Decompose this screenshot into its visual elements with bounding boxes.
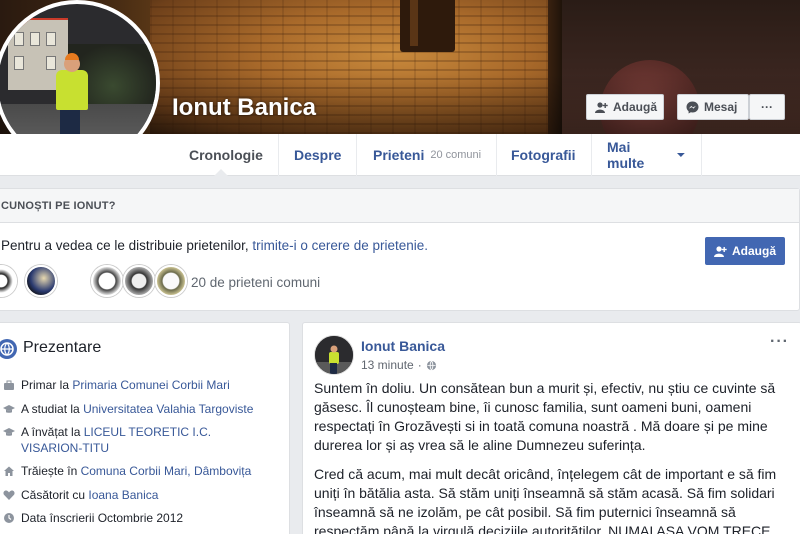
add-friend-label: Adaugă	[731, 244, 776, 258]
post-paragraph: Suntem în doliu. Un consătean bun a muri…	[314, 380, 776, 453]
tab-label: Fotografii	[511, 147, 576, 163]
mutual-friend-avatar[interactable]	[123, 265, 155, 297]
mutual-friends-link[interactable]: 20 de prieteni comuni	[191, 275, 320, 290]
post-options-button[interactable]: ···	[770, 333, 789, 351]
card-text: Pentru a vedea ce le distribuie prieteni…	[1, 238, 428, 253]
intro-prefix: Data înscrierii Octombrie 2012	[21, 511, 184, 525]
post-timestamp[interactable]: 13 minute ·	[361, 358, 437, 372]
intro-relationship: Căsătorit cu Ioana Banica	[3, 487, 273, 503]
tab-label: Despre	[294, 147, 342, 163]
chevron-down-icon	[677, 153, 686, 157]
intro-link[interactable]: Universitatea Valahia Targoviste	[83, 402, 253, 416]
card-text-plain: Pentru a vedea ce le distribuie prieteni…	[1, 238, 249, 253]
post-author-name[interactable]: Ionut Banica	[361, 338, 445, 354]
tab-photos[interactable]: Fotografii	[496, 134, 592, 176]
globe-icon	[426, 360, 436, 371]
mutual-friend-avatar[interactable]	[25, 265, 57, 297]
intro-prefix: Primar la	[21, 378, 70, 392]
briefcase-icon	[4, 380, 14, 390]
add-friend-label: Adaugă	[613, 100, 658, 114]
tab-label: Prieteni	[373, 147, 425, 163]
profile-nav: Cronologie Despre Prieteni 20 comuni Fot…	[0, 134, 800, 176]
intro-link[interactable]: Comuna Corbii Mari, Dâmbovița	[81, 464, 252, 478]
intro-education: A studiat la Universitatea Valahia Targo…	[3, 401, 273, 417]
active-tab-indicator	[213, 169, 229, 177]
post-paragraph: Cred că acum, mai mult decât oricând, în…	[314, 466, 777, 534]
intro-residence: Trăiește în Comuna Corbii Mari, Dâmboviț…	[3, 463, 273, 479]
message-button[interactable]: Mesaj	[677, 94, 749, 120]
mutual-friend-avatar[interactable]	[0, 265, 17, 297]
tab-label: Mai multe	[607, 139, 645, 171]
intro-prefix: A studiat la	[21, 402, 80, 416]
home-icon	[4, 466, 14, 476]
add-friend-icon	[714, 245, 727, 257]
messenger-icon	[686, 101, 699, 113]
mutual-friend-avatar[interactable]	[91, 265, 123, 297]
graduation-cap-icon	[3, 405, 15, 413]
graduation-cap-icon	[3, 428, 15, 436]
clock-icon	[4, 513, 14, 523]
intro-link[interactable]: Primaria Comunei Corbii Mari	[72, 378, 229, 392]
heart-icon	[3, 490, 15, 500]
intro-prefix: A învățat la	[21, 425, 81, 439]
tab-about[interactable]: Despre	[279, 134, 358, 176]
tab-label: Cronologie	[189, 147, 263, 163]
add-friend-icon	[595, 101, 608, 113]
post-time-label: 13 minute	[361, 358, 414, 372]
intro-link[interactable]: Ioana Banica	[88, 488, 158, 502]
globe-icon	[0, 339, 17, 359]
friend-request-card: CUNOȘTI PE IONUT? Pentru a vedea ce le d…	[0, 188, 800, 311]
add-friend-button-secondary[interactable]: Adaugă	[705, 237, 785, 265]
post-body: Suntem în doliu. Un consătean bun a muri…	[314, 379, 786, 534]
add-friend-button[interactable]: Adaugă	[586, 94, 664, 120]
tab-friends[interactable]: Prieteni 20 comuni	[358, 134, 498, 176]
intro-joined: Data înscrierii Octombrie 2012	[3, 510, 273, 526]
profile-name[interactable]: Ionut Banica	[172, 94, 316, 122]
tab-more[interactable]: Mai multe	[592, 134, 702, 176]
mutual-friend-avatar[interactable]	[155, 265, 187, 297]
intro-prefix: Căsătorit cu	[21, 488, 86, 502]
intro-highschool: A învățat la LICEUL TEORETIC I.C. VISARI…	[3, 424, 273, 456]
intro-work: Primar la Primaria Comunei Corbii Mari	[3, 377, 273, 393]
tab-count: 20 comuni	[430, 149, 482, 161]
intro-prefix: Trăiește în	[21, 464, 78, 478]
timeline-post: Ionut Banica 13 minute · ··· Suntem în d…	[302, 322, 800, 534]
intro-title: Prezentare	[23, 339, 102, 356]
more-options-button[interactable]: ···	[749, 94, 785, 120]
post-author-avatar[interactable]	[314, 335, 354, 375]
intro-card: Prezentare Primar la Primaria Comunei Co…	[0, 322, 290, 534]
message-label: Mesaj	[704, 100, 738, 114]
send-request-link[interactable]: trimite-i o cerere de prietenie.	[252, 238, 428, 253]
card-heading: CUNOȘTI PE IONUT?	[0, 189, 799, 223]
